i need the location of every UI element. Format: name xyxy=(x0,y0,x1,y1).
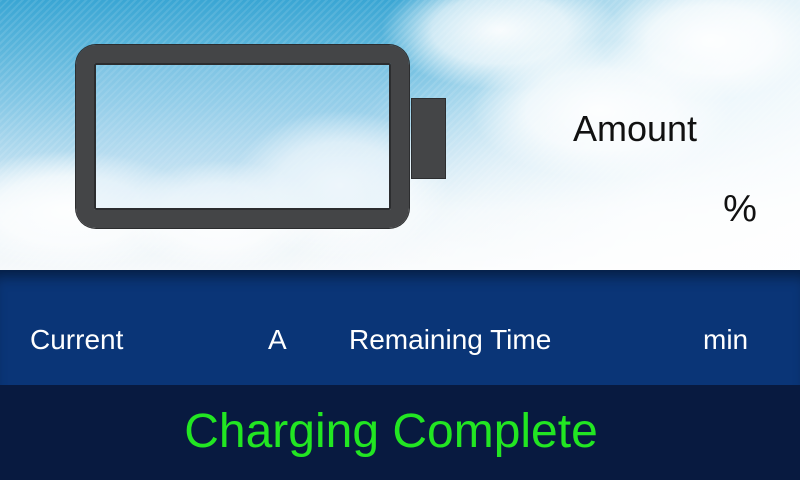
amount-label: Amount xyxy=(572,108,698,149)
current-unit: A xyxy=(268,324,287,355)
remaining-time-label: Remaining Time xyxy=(349,324,552,355)
charging-status-message: Charging Complete xyxy=(184,405,598,458)
amount-percent-unit: % xyxy=(723,188,757,230)
battery-terminal xyxy=(411,98,446,179)
current-label: Current xyxy=(30,324,124,355)
remaining-time-unit: min xyxy=(703,324,749,355)
battery-icon xyxy=(76,45,409,228)
